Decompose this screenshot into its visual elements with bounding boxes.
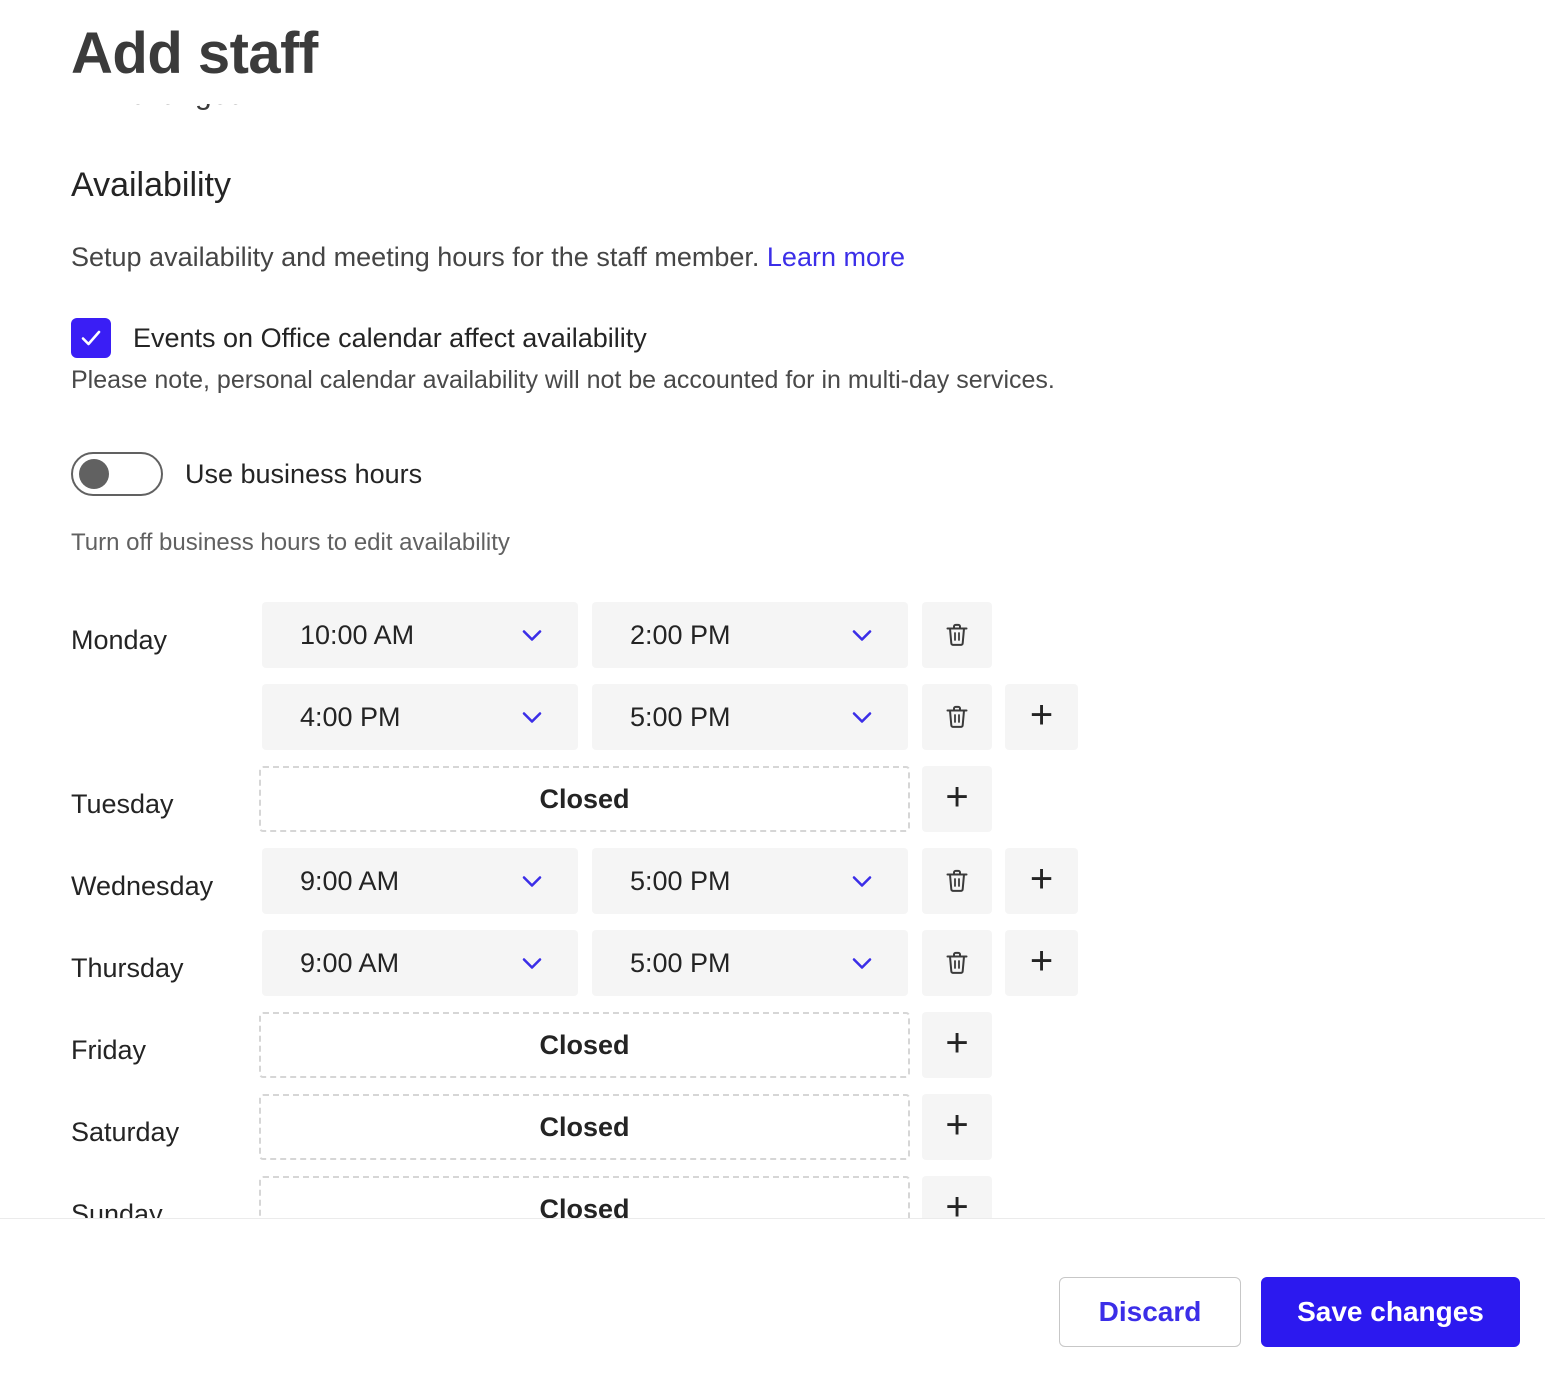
business-hours-toggle-row[interactable]: Use business hours xyxy=(71,452,422,496)
start-time-dropdown[interactable]: 4:00 PM xyxy=(262,684,578,750)
page-header: Add staff xyxy=(0,0,1545,104)
closed-label: Closed xyxy=(539,1193,630,1220)
schedule-day-row: Wednesday 9:00 AM 5:00 PM + xyxy=(0,848,1545,930)
add-slot-button[interactable]: + xyxy=(1005,848,1078,914)
trash-icon xyxy=(946,623,968,646)
end-time-value: 5:00 PM xyxy=(630,701,731,732)
closed-indicator[interactable]: Closed xyxy=(259,1094,910,1160)
delete-slot-button[interactable] xyxy=(922,684,992,750)
delete-slot-button[interactable] xyxy=(922,930,992,996)
start-time-dropdown[interactable]: 10:00 AM xyxy=(262,602,578,668)
chevron-down-icon xyxy=(848,867,876,895)
time-slot-row: 4:00 PM 5:00 PM + xyxy=(0,684,1545,758)
add-slot-button[interactable]: + xyxy=(1005,930,1078,996)
start-time-value: 4:00 PM xyxy=(300,701,401,732)
trash-icon xyxy=(946,951,968,974)
chevron-down-icon xyxy=(518,621,546,649)
time-slot-row: Closed + xyxy=(0,1094,1545,1168)
time-slot-row: 10:00 AM 2:00 PM xyxy=(0,602,1545,676)
start-time-dropdown[interactable]: 9:00 AM xyxy=(262,930,578,996)
toggle-knob xyxy=(79,459,109,489)
scroll-region[interactable]: changed Availability Setup availability … xyxy=(0,0,1545,1219)
start-time-value: 10:00 AM xyxy=(300,619,415,650)
schedule-day-row: Tuesday Closed + xyxy=(0,766,1545,848)
schedule-day-row: Friday Closed + xyxy=(0,1012,1545,1094)
section-description-text: Setup availability and meeting hours for… xyxy=(71,242,760,272)
chevron-down-icon xyxy=(518,703,546,731)
time-slot-row: 9:00 AM 5:00 PM + xyxy=(0,930,1545,1004)
office-calendar-checkbox-row[interactable]: Events on Office calendar affect availab… xyxy=(71,318,647,358)
checkmark-icon xyxy=(81,330,101,346)
chevron-down-icon xyxy=(518,949,546,977)
start-time-value: 9:00 AM xyxy=(300,947,400,978)
schedule-day-row: Monday 10:00 AM 2:00 PM 4:00 PM 5:00 PM + xyxy=(0,602,1545,766)
closed-label: Closed xyxy=(539,783,630,814)
plus-icon: + xyxy=(1029,857,1054,901)
chevron-down-icon xyxy=(522,630,542,641)
start-time-value: 9:00 AM xyxy=(300,865,400,896)
plus-icon: + xyxy=(1029,939,1054,983)
office-calendar-checkbox[interactable] xyxy=(71,318,111,358)
chevron-down-icon xyxy=(522,958,542,969)
trash-icon xyxy=(946,869,968,892)
chevron-down-icon xyxy=(852,958,872,969)
closed-label: Closed xyxy=(539,1029,630,1060)
chevron-down-icon xyxy=(522,876,542,887)
end-time-value: 5:00 PM xyxy=(630,947,731,978)
schedule-day-row: Thursday 9:00 AM 5:00 PM + xyxy=(0,930,1545,1012)
end-time-dropdown[interactable]: 5:00 PM xyxy=(592,930,908,996)
closed-indicator[interactable]: Closed xyxy=(259,766,910,832)
chevron-down-icon xyxy=(852,712,872,723)
end-time-dropdown[interactable]: 5:00 PM xyxy=(592,684,908,750)
closed-label: Closed xyxy=(539,1111,630,1142)
plus-icon: + xyxy=(945,775,969,819)
end-time-dropdown[interactable]: 2:00 PM xyxy=(592,602,908,668)
add-slot-button[interactable]: + xyxy=(1005,684,1078,750)
office-calendar-checkbox-label: Events on Office calendar affect availab… xyxy=(133,322,647,353)
closed-indicator[interactable]: Closed xyxy=(259,1012,910,1078)
learn-more-link[interactable]: Learn more xyxy=(767,242,905,272)
chevron-down-icon xyxy=(852,876,872,887)
end-time-value: 5:00 PM xyxy=(630,865,731,896)
start-time-dropdown[interactable]: 9:00 AM xyxy=(262,848,578,914)
business-hours-toggle[interactable] xyxy=(71,452,163,496)
trash-icon xyxy=(946,705,968,728)
business-hours-toggle-label: Use business hours xyxy=(185,458,423,489)
add-slot-button[interactable]: + xyxy=(922,1094,992,1160)
section-title: Availability xyxy=(71,166,232,204)
chevron-down-icon xyxy=(848,703,876,731)
chevron-down-icon xyxy=(518,867,546,895)
page-title: Add staff xyxy=(71,21,318,86)
chevron-down-icon xyxy=(848,621,876,649)
add-slot-button[interactable]: + xyxy=(922,1176,992,1219)
closed-indicator[interactable]: Closed xyxy=(259,1176,910,1219)
section-description: Setup availability and meeting hours for… xyxy=(71,244,905,271)
plus-icon: + xyxy=(945,1103,969,1147)
business-hours-hint: Turn off business hours to edit availabi… xyxy=(71,529,510,556)
plus-icon: + xyxy=(1029,693,1054,737)
plus-icon: + xyxy=(945,1185,969,1219)
time-slot-row: Closed + xyxy=(0,1012,1545,1086)
chevron-down-icon xyxy=(852,630,872,641)
delete-slot-button[interactable] xyxy=(922,848,992,914)
end-time-dropdown[interactable]: 5:00 PM xyxy=(592,848,908,914)
footer-action-bar: Discard Save changes xyxy=(0,1219,1545,1374)
office-calendar-note: Please note, personal calendar availabil… xyxy=(71,366,1055,394)
chevron-down-icon xyxy=(848,949,876,977)
save-changes-button[interactable]: Save changes xyxy=(1261,1277,1520,1347)
time-slot-row: Closed + xyxy=(0,1176,1545,1219)
schedule-day-row: Saturday Closed + xyxy=(0,1094,1545,1176)
plus-icon: + xyxy=(945,1021,969,1065)
end-time-value: 2:00 PM xyxy=(630,619,731,650)
add-staff-panel: changed Availability Setup availability … xyxy=(0,0,1545,1374)
time-slot-row: 9:00 AM 5:00 PM + xyxy=(0,848,1545,922)
discard-button[interactable]: Discard xyxy=(1059,1277,1241,1347)
time-slot-row: Closed + xyxy=(0,766,1545,840)
chevron-down-icon xyxy=(522,712,542,723)
add-slot-button[interactable]: + xyxy=(922,1012,992,1078)
schedule-day-row: Sunday Closed + xyxy=(0,1176,1545,1219)
delete-slot-button[interactable] xyxy=(922,602,992,668)
add-slot-button[interactable]: + xyxy=(922,766,992,832)
